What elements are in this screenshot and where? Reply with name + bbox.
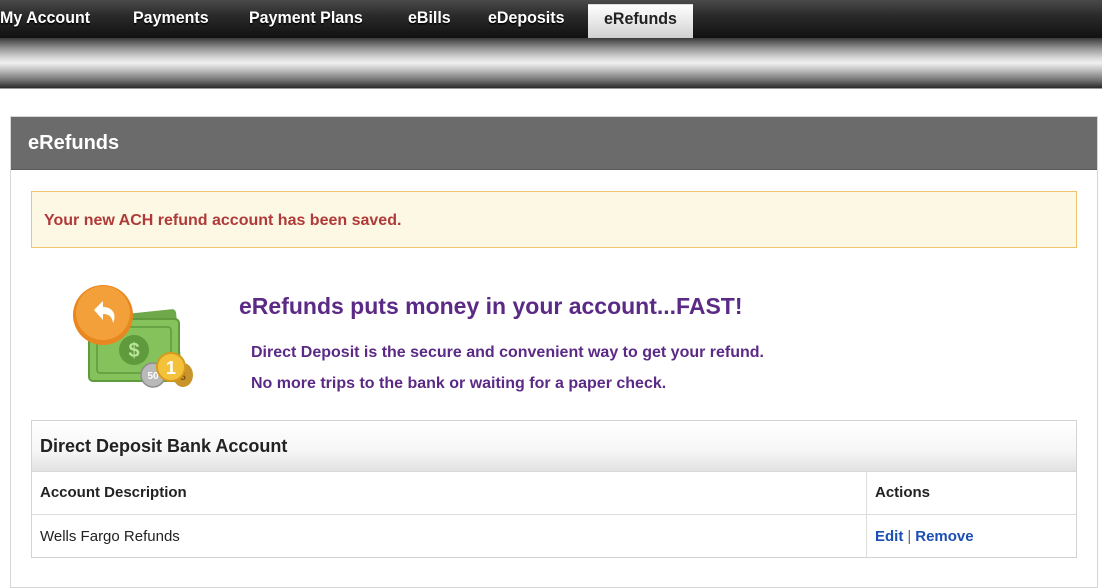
column-divider bbox=[866, 515, 867, 558]
tab-payment-plans[interactable]: Payment Plans bbox=[249, 0, 363, 39]
svg-text:1: 1 bbox=[166, 358, 176, 378]
table-row: Wells Fargo Refunds Edit | Remove bbox=[32, 515, 1076, 558]
promo-line-secure: Direct Deposit is the secure and conveni… bbox=[251, 344, 764, 361]
account-description-cell: Wells Fargo Refunds bbox=[40, 528, 180, 545]
tab-erefunds[interactable]: eRefunds bbox=[588, 4, 693, 39]
remove-link[interactable]: Remove bbox=[915, 528, 973, 545]
promo-line-no-trips: No more trips to the bank or waiting for… bbox=[251, 375, 667, 392]
tab-edeposits[interactable]: eDeposits bbox=[488, 0, 564, 39]
tab-ebills[interactable]: eBills bbox=[408, 0, 451, 39]
table-header-row: Account Description Actions bbox=[32, 472, 1076, 515]
actions-cell: Edit | Remove bbox=[875, 515, 974, 558]
refund-money-icon: $ 50 5 1 bbox=[67, 281, 217, 391]
action-separator: | bbox=[907, 528, 912, 545]
table-title: Direct Deposit Bank Account bbox=[32, 421, 1076, 472]
column-divider bbox=[866, 472, 867, 514]
direct-deposit-account-table: Direct Deposit Bank Account Account Desc… bbox=[31, 420, 1077, 558]
erefunds-panel: eRefunds Your new ACH refund account has… bbox=[10, 116, 1098, 588]
panel-title: eRefunds bbox=[11, 117, 1097, 170]
tab-my-account[interactable]: My Account bbox=[0, 0, 90, 39]
top-navigation: My Account Payments Payment Plans eBills… bbox=[0, 0, 1102, 39]
promo-headline: eRefunds puts money in your account...FA… bbox=[239, 293, 743, 319]
column-actions: Actions bbox=[875, 484, 931, 501]
tab-payments[interactable]: Payments bbox=[133, 0, 209, 39]
column-account-description: Account Description bbox=[40, 484, 187, 501]
sub-navigation-bar bbox=[0, 38, 1102, 89]
svg-text:$: $ bbox=[128, 340, 139, 362]
success-alert: Your new ACH refund account has been sav… bbox=[31, 191, 1077, 248]
edit-link[interactable]: Edit bbox=[875, 528, 903, 545]
